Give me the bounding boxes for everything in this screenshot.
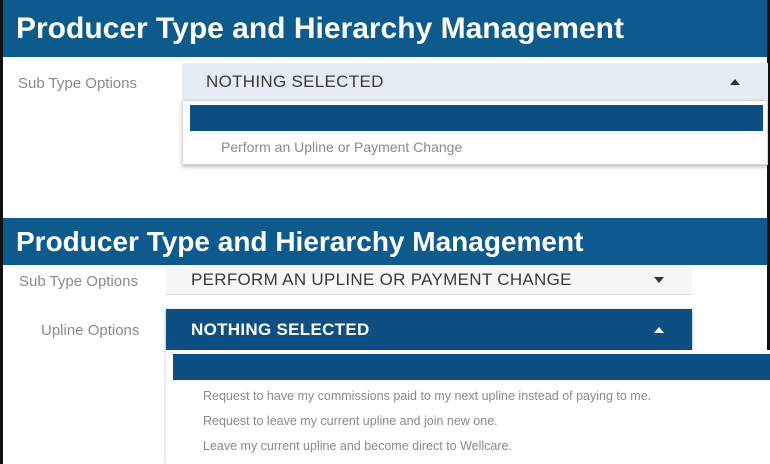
- sub-type-select[interactable]: PERFORM AN UPLINE OR PAYMENT CHANGE: [166, 266, 692, 295]
- panel-1-title: Producer Type and Hierarchy Management: [3, 0, 767, 57]
- sub-type-select[interactable]: NOTHING SELECTED: [182, 63, 768, 100]
- dropdown-option[interactable]: Leave my current upline and become direc…: [203, 439, 512, 453]
- upline-options-label: Upline Options: [41, 322, 140, 339]
- dropdown-option[interactable]: Request to leave my current upline and j…: [203, 414, 498, 428]
- dropdown-option[interactable]: Perform an Upline or Payment Change: [221, 139, 462, 155]
- sub-type-select-value: NOTHING SELECTED: [206, 71, 384, 91]
- dropdown-highlight-blank-option[interactable]: [190, 105, 763, 131]
- sub-type-label: Sub Type Options: [19, 273, 138, 290]
- panel-2-title: Producer Type and Hierarchy Management: [3, 218, 767, 265]
- upline-options-select[interactable]: NOTHING SELECTED: [166, 309, 692, 350]
- dropdown-option[interactable]: Request to have my commissions paid to m…: [203, 389, 651, 403]
- sub-type-dropdown: Perform an Upline or Payment Change: [182, 100, 768, 165]
- upline-options-dropdown: Request to have my commissions paid to m…: [166, 350, 770, 464]
- caret-up-icon: [730, 78, 740, 85]
- dropdown-highlight-blank-option[interactable]: [173, 354, 770, 380]
- caret-down-icon: [654, 277, 664, 283]
- sub-type-label: Sub Type Options: [18, 75, 137, 92]
- sub-type-select-value: PERFORM AN UPLINE OR PAYMENT CHANGE: [191, 270, 572, 289]
- upline-select-value: NOTHING SELECTED: [191, 319, 370, 339]
- caret-up-icon: [654, 326, 664, 333]
